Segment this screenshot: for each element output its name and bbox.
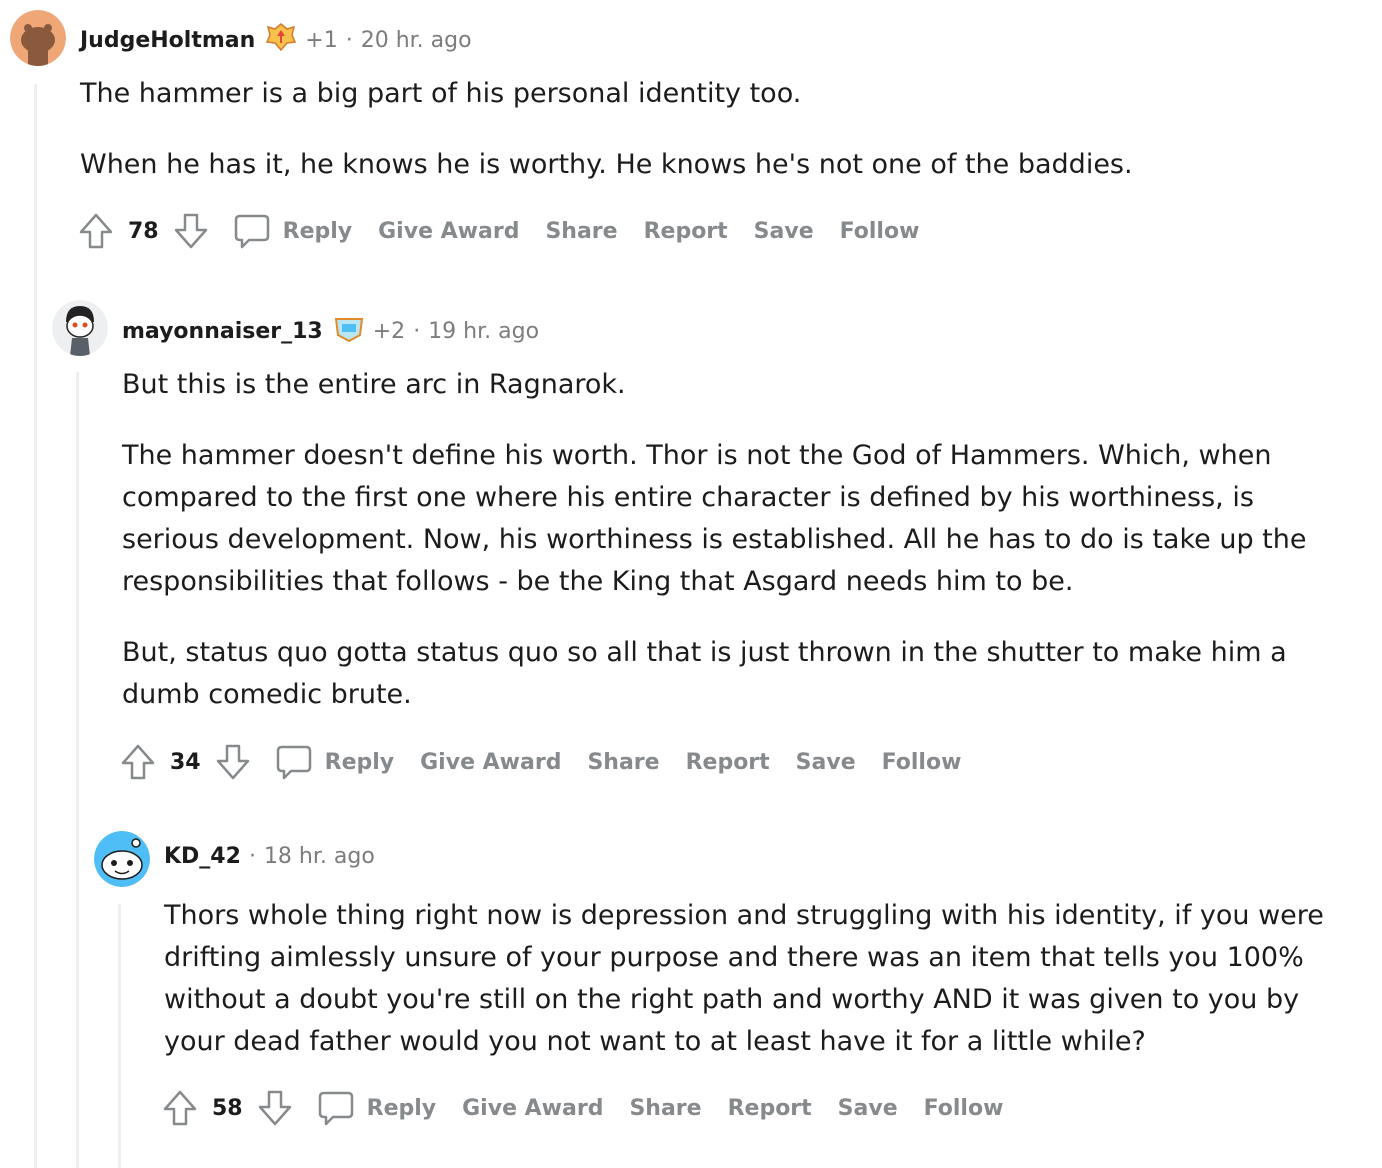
comment-paragraph: The hammer doesn't define his worth. Tho…: [122, 440, 1307, 597]
comment-actions: 34 Reply Give Award Share Report Save Fo…: [118, 740, 961, 784]
avatar[interactable]: [10, 10, 66, 66]
follow-button[interactable]: Follow: [924, 1096, 1004, 1121]
thread-line-level-1[interactable]: [34, 84, 37, 1168]
comment-actions: 58 Reply Give Award Share Report Save Fo…: [160, 1086, 1003, 1130]
thread-line-level-2[interactable]: [76, 372, 79, 1168]
comment-bubble-icon: [234, 214, 269, 249]
give-award-button[interactable]: Give Award: [378, 219, 519, 244]
comment-body: The hammer is a big part of his personal…: [80, 73, 1350, 215]
user-avatar-icon: [52, 300, 108, 356]
upvote-icon[interactable]: [160, 1088, 200, 1128]
downvote-icon[interactable]: [171, 211, 211, 251]
username[interactable]: mayonnaiser_13: [122, 319, 323, 344]
comment-paragraph: But, status quo gotta status quo so all …: [122, 637, 1287, 710]
timestamp[interactable]: 18 hr. ago: [264, 844, 375, 869]
vote-score: 78: [128, 218, 159, 244]
reply-button[interactable]: Reply: [233, 212, 353, 250]
thread-line-level-3[interactable]: [118, 904, 121, 1168]
timestamp[interactable]: 20 hr. ago: [361, 28, 472, 53]
reply-label: Reply: [282, 218, 353, 244]
vote-score: 58: [212, 1095, 243, 1121]
report-button[interactable]: Report: [686, 750, 770, 775]
share-button[interactable]: Share: [629, 1096, 701, 1121]
comment-paragraph: But this is the entire arc in Ragnarok.: [122, 369, 626, 400]
share-button[interactable]: Share: [587, 750, 659, 775]
share-button[interactable]: Share: [545, 219, 617, 244]
meta-separator: ·: [413, 318, 421, 344]
downvote-icon[interactable]: [255, 1088, 295, 1128]
meta-separator: ·: [248, 844, 256, 869]
user-avatar-icon: [10, 10, 66, 66]
follow-button[interactable]: Follow: [840, 219, 920, 244]
comment-paragraph: Thors whole thing right now is depressio…: [164, 900, 1324, 1057]
give-award-button[interactable]: Give Award: [420, 750, 561, 775]
avatar[interactable]: [94, 831, 150, 887]
give-award-button[interactable]: Give Award: [462, 1096, 603, 1121]
vote-score: 34: [170, 749, 201, 775]
comment-actions: 78 Reply Give Award Share Report Save Fo…: [76, 209, 919, 253]
timestamp[interactable]: 19 hr. ago: [428, 319, 539, 344]
reply-button[interactable]: Reply: [275, 743, 395, 781]
comment-body: But this is the entire arc in Ragnarok. …: [122, 364, 1347, 745]
save-button[interactable]: Save: [796, 750, 856, 775]
comment-paragraph: The hammer is a big part of his personal…: [80, 78, 802, 109]
reply-button[interactable]: Reply: [317, 1089, 437, 1127]
reply-label: Reply: [366, 1095, 437, 1121]
user-avatar-icon: [94, 831, 150, 887]
comment-paragraph: When he has it, he knows he is worthy. H…: [80, 149, 1133, 180]
follow-button[interactable]: Follow: [882, 750, 962, 775]
downvote-icon[interactable]: [213, 742, 253, 782]
reply-label: Reply: [324, 749, 395, 775]
achievement-flair-icon[interactable]: [265, 22, 297, 58]
username[interactable]: KD_42: [164, 844, 241, 869]
save-button[interactable]: Save: [838, 1096, 898, 1121]
upvote-icon[interactable]: [118, 742, 158, 782]
comment-bubble-icon: [276, 745, 311, 780]
flair-count: +1: [305, 27, 338, 53]
report-button[interactable]: Report: [728, 1096, 812, 1121]
username[interactable]: JudgeHoltman: [80, 28, 255, 53]
save-button[interactable]: Save: [754, 219, 814, 244]
report-button[interactable]: Report: [644, 219, 728, 244]
achievement-flair-icon[interactable]: [333, 313, 365, 349]
meta-separator: ·: [345, 27, 353, 53]
comment-body: Thors whole thing right now is depressio…: [164, 895, 1344, 1092]
upvote-icon[interactable]: [76, 211, 116, 251]
flair-count: +2: [372, 318, 406, 344]
avatar[interactable]: [52, 300, 108, 356]
comment-bubble-icon: [318, 1091, 353, 1126]
